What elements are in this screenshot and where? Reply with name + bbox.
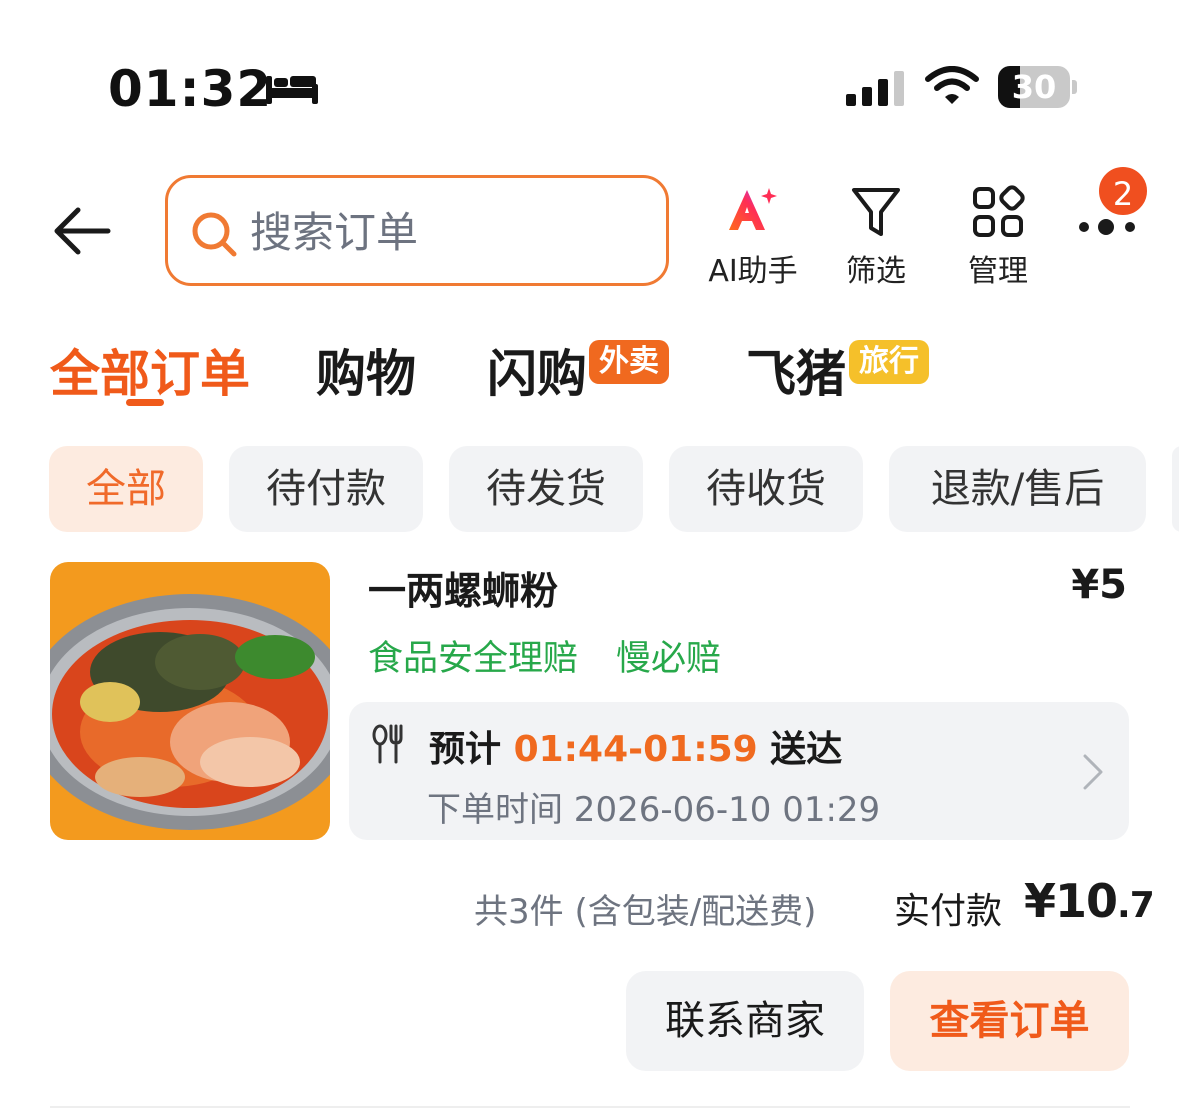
grid-apps-icon (973, 185, 1025, 237)
more-options-icon[interactable] (1076, 218, 1140, 236)
ai-assistant-label: AI助手 (708, 254, 798, 289)
notification-badge: 2 (1096, 164, 1150, 218)
eta-line: 预计 01:44-01:59 送达 (429, 720, 842, 772)
contact-merchant-button[interactable]: 联系商家 (626, 971, 864, 1071)
paid-amount: ¥10.7 (1024, 874, 1155, 928)
tab-all-orders[interactable]: 全部订单 (50, 334, 250, 406)
filter-chip-refund[interactable]: 退款/售后 (889, 446, 1146, 532)
paid-amount-decimal: .7 (1117, 885, 1155, 926)
tab-flash-buy[interactable]: 闪购 (487, 334, 587, 406)
tab-shopping[interactable]: 购物 (316, 334, 416, 406)
filter-funnel-icon (852, 188, 900, 236)
manage-button[interactable]: 管理 (958, 184, 1038, 290)
search-icon (192, 212, 237, 257)
eta-prefix: 预计 (429, 729, 502, 770)
filter-chip-pending-receipt[interactable]: 待收货 (669, 446, 863, 532)
eta-time: 01:44-01:59 (513, 729, 758, 770)
cellular-signal-icon (846, 71, 904, 106)
card-divider (50, 1106, 1130, 1108)
tab-fliggy[interactable]: 飞猪 (746, 334, 846, 406)
filter-chip-overflow[interactable] (1172, 446, 1179, 532)
chevron-right-icon (1083, 754, 1103, 790)
back-arrow-icon[interactable] (52, 204, 112, 258)
food-image[interactable] (50, 562, 330, 840)
filter-label: 筛选 (846, 254, 906, 289)
paid-label: 实付款 (894, 891, 1003, 932)
ai-assistant-button[interactable]: AI助手 (700, 184, 806, 290)
battery-indicator: 30 (998, 66, 1077, 108)
travel-tag: 旅行 (849, 340, 929, 384)
active-tab-indicator (126, 399, 164, 406)
filter-chip-all[interactable]: 全部 (49, 446, 203, 532)
paid-amount-main: ¥10 (1024, 874, 1118, 928)
manage-label: 管理 (968, 254, 1028, 289)
view-order-button[interactable]: 查看订单 (890, 971, 1129, 1071)
wifi-icon (925, 66, 979, 104)
ai-sparkle-icon (729, 188, 777, 230)
filter-button[interactable]: 筛选 (836, 184, 916, 290)
item-price: ¥5 (1071, 562, 1127, 608)
status-time: 01:32 (108, 60, 273, 118)
food-safety-guarantee: 食品安全理赔 (368, 639, 579, 679)
search-bar[interactable] (165, 175, 669, 286)
battery-percent: 30 (1011, 68, 1057, 106)
late-compensation-guarantee: 慢必赔 (616, 639, 722, 679)
delivery-status-card[interactable]: 预计 01:44-01:59 送达 下单时间 2026-06-10 01:29 (349, 702, 1129, 840)
item-name[interactable]: 一两螺蛳粉 (368, 560, 558, 615)
eta-suffix: 送达 (770, 729, 843, 770)
order-summary: 共3件 (含包装/配送费) (474, 892, 817, 932)
filter-chip-pending-payment[interactable]: 待付款 (229, 446, 423, 532)
filter-chip-pending-shipment[interactable]: 待发货 (449, 446, 643, 532)
sleep-focus-icon (266, 76, 318, 104)
order-time: 下单时间 2026-06-10 01:29 (427, 790, 881, 830)
search-input[interactable] (250, 202, 650, 262)
takeout-tag: 外卖 (589, 340, 669, 384)
fork-spoon-icon (372, 724, 403, 764)
